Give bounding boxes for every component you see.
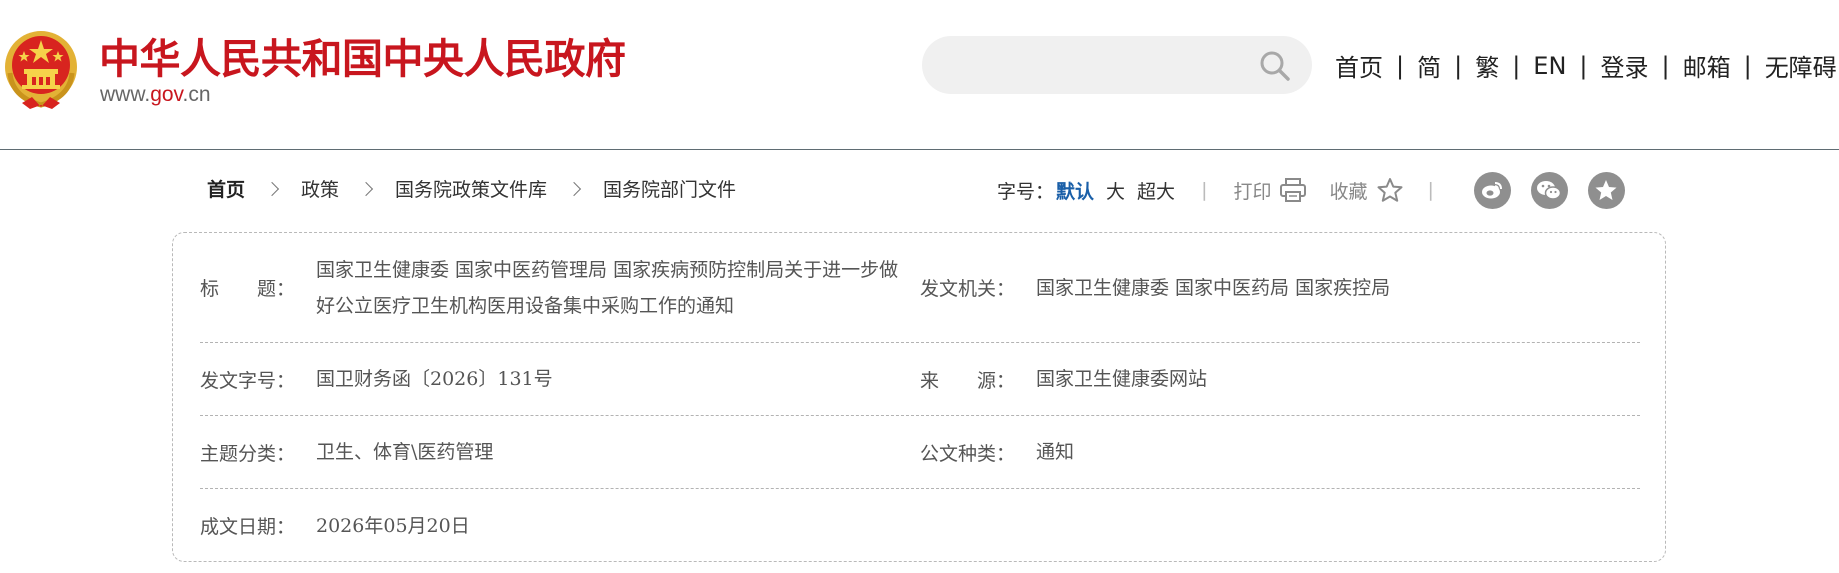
nav-separator: | xyxy=(1454,51,1463,80)
site-domain[interactable]: www.gov.cn xyxy=(100,83,211,107)
search-input[interactable] xyxy=(946,36,1246,94)
info-row-number: 发文字号： 国卫财务函〔2026〕131号 来 源： 国家卫生健康委网站 xyxy=(200,343,1640,416)
weibo-icon xyxy=(1482,182,1503,199)
breadcrumb-item-policy[interactable]: 政策 xyxy=(301,175,339,202)
star-badge-icon xyxy=(1595,180,1617,200)
domain-suffix: .cn xyxy=(182,83,211,106)
nav-link-traditional[interactable]: 繁 xyxy=(1475,48,1499,83)
toolbar-divider: | xyxy=(1201,179,1208,201)
category-value: 卫生、体育\医药管理 xyxy=(316,441,494,463)
breadcrumb-item-home[interactable]: 首页 xyxy=(207,175,245,202)
breadcrumb: 首页 政策 国务院政策文件库 国务院部门文件 xyxy=(207,175,736,202)
nav-link-login[interactable]: 登录 xyxy=(1601,48,1649,83)
source-label: 来 源： xyxy=(920,369,1016,392)
article-tools: 字号： 默认 大 超大 | 打印 收藏 | xyxy=(997,170,1645,210)
breadcrumb-item-policy-library[interactable]: 国务院政策文件库 xyxy=(395,175,547,202)
chevron-right-icon xyxy=(264,181,280,196)
breadcrumb-item-department-docs[interactable]: 国务院部门文件 xyxy=(603,175,736,202)
search-bar xyxy=(922,36,1312,94)
favorite-label[interactable]: 收藏 xyxy=(1329,177,1367,204)
font-size-default[interactable]: 默认 xyxy=(1056,177,1094,204)
font-size-xlarge[interactable]: 超大 xyxy=(1137,177,1175,204)
share-favorite-button[interactable] xyxy=(1587,171,1625,209)
wechat-icon xyxy=(1537,181,1562,200)
info-cell-issuer: 发文机关： 国家卫生健康委 国家中医药局 国家疾控局 xyxy=(920,233,1640,342)
nav-separator: | xyxy=(1661,51,1670,80)
site-header: 中华人民共和国中央人民政府 www.gov.cn 首页 | 简 | 繁 | EN… xyxy=(0,0,1839,150)
domain-accent: gov xyxy=(150,83,183,106)
issuer-value: 国家卫生健康委 国家中医药局 国家疾控局 xyxy=(1036,276,1391,299)
source-value: 国家卫生健康委网站 xyxy=(1036,368,1208,390)
doc-number-value: 国卫财务函〔2026〕131号 xyxy=(316,368,553,390)
info-cell-doc-type: 公文种类： 通知 xyxy=(920,416,1640,488)
info-cell-title: 标 题： 国家卫生健康委 国家中医药管理局 国家疾病预防控制局关于进一步做好公立… xyxy=(200,233,920,342)
share-buttons xyxy=(1473,171,1645,209)
title-value: 国家卫生健康委 国家中医药管理局 国家疾病预防控制局关于进一步做好公立医疗卫生机… xyxy=(316,258,899,317)
date-value: 2026年05月20日 xyxy=(316,514,470,537)
info-row-category: 主题分类： 卫生、体育\医药管理 公文种类： 通知 xyxy=(200,416,1640,489)
chevron-right-icon xyxy=(566,181,582,196)
doc-type-value: 通知 xyxy=(1036,441,1075,463)
doc-number-label: 发文字号： xyxy=(200,369,296,392)
chevron-right-icon xyxy=(358,181,374,196)
font-size-label: 字号： xyxy=(997,180,1055,203)
document-info-box: 标 题： 国家卫生健康委 国家中医药管理局 国家疾病预防控制局关于进一步做好公立… xyxy=(172,232,1666,562)
title-label: 标 题： xyxy=(200,278,296,300)
font-size-large[interactable]: 大 xyxy=(1106,177,1125,204)
page-toolbar: 首页 政策 国务院政策文件库 国务院部门文件 字号： 默认 大 超大 | 打印 … xyxy=(0,170,1839,210)
nav-link-mailbox[interactable]: 邮箱 xyxy=(1683,48,1731,83)
nav-link-simplified[interactable]: 简 xyxy=(1417,48,1441,83)
info-cell-source: 来 源： 国家卫生健康委网站 xyxy=(920,343,1640,415)
site-title[interactable]: 中华人民共和国中央人民政府 xyxy=(99,25,626,85)
info-cell-category: 主题分类： 卫生、体育\医药管理 xyxy=(200,416,920,488)
nav-link-english[interactable]: EN xyxy=(1533,52,1566,80)
info-cell-doc-number: 发文字号： 国卫财务函〔2026〕131号 xyxy=(200,343,920,415)
national-emblem-icon[interactable] xyxy=(2,27,80,111)
share-wechat-button[interactable] xyxy=(1530,171,1568,209)
nav-separator: | xyxy=(1512,51,1521,80)
issuer-label: 发文机关： xyxy=(920,278,1016,300)
search-icon[interactable] xyxy=(1258,50,1292,82)
info-row-date: 成文日期： 2026年05月20日 xyxy=(200,489,1640,562)
info-row-title: 标 题： 国家卫生健康委 国家中医药管理局 国家疾病预防控制局关于进一步做好公立… xyxy=(200,233,1640,343)
nav-link-accessibility[interactable]: 无障碍 xyxy=(1765,48,1837,83)
doc-type-label: 公文种类： xyxy=(920,442,1016,465)
top-nav-links: 首页 | 简 | 繁 | EN | 登录 | 邮箱 | 无障碍 xyxy=(1335,48,1837,83)
nav-separator: | xyxy=(1396,51,1405,80)
share-weibo-button[interactable] xyxy=(1473,171,1511,209)
date-label: 成文日期： xyxy=(200,516,296,538)
domain-prefix: www. xyxy=(100,83,151,106)
toolbar-divider: | xyxy=(1427,179,1434,201)
star-outline-icon[interactable] xyxy=(1376,177,1404,203)
nav-separator: | xyxy=(1743,51,1752,80)
nav-separator: | xyxy=(1579,51,1588,80)
info-cell-date: 成文日期： 2026年05月20日 xyxy=(200,489,920,562)
print-label[interactable]: 打印 xyxy=(1233,177,1271,204)
category-label: 主题分类： xyxy=(200,442,296,465)
printer-icon[interactable] xyxy=(1279,177,1307,203)
nav-link-home[interactable]: 首页 xyxy=(1335,48,1383,83)
